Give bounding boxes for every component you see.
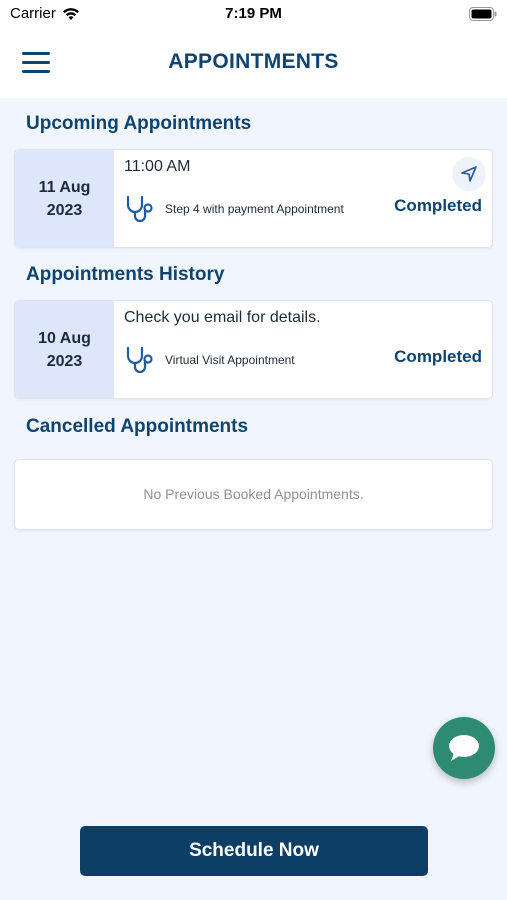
upcoming-section-title: Upcoming Appointments: [26, 113, 252, 134]
chat-button[interactable]: [433, 717, 495, 779]
app-header: APPOINTMENTS: [0, 30, 507, 98]
date-year: 2023: [46, 201, 83, 219]
empty-state-text: No Previous Booked Appointments.: [143, 486, 364, 502]
stethoscope-icon: [126, 346, 153, 374]
appointment-status: Completed: [394, 347, 482, 366]
date-day-month: 10 Aug: [38, 329, 91, 347]
schedule-now-button[interactable]: Schedule Now: [80, 826, 428, 876]
history-appointment-card[interactable]: 10 Aug 2023 Check you email for details.…: [14, 300, 493, 399]
appointment-note: Check you email for details.: [124, 309, 321, 326]
cancelled-section-title: Cancelled Appointments: [26, 416, 249, 437]
stethoscope-icon: [126, 195, 153, 223]
status-bar: Carrier 7:19 PM: [0, 0, 507, 30]
appointment-date: 11 Aug 2023: [15, 150, 114, 247]
appointment-date: 10 Aug 2023: [15, 301, 114, 398]
page-title: APPOINTMENTS: [168, 50, 339, 73]
date-year: 2023: [46, 352, 83, 370]
appointment-type-label: Step 4 with payment Appointment: [165, 202, 344, 216]
navigation-arrow-icon[interactable]: [452, 157, 486, 191]
appointment-type-row: Step 4 with payment Appointment: [124, 194, 344, 224]
appointment-type-label: Virtual Visit Appointment: [165, 353, 295, 367]
cancelled-empty-card: No Previous Booked Appointments.: [14, 459, 493, 530]
date-day-month: 11 Aug: [38, 178, 91, 196]
chat-bubble-icon: [449, 735, 479, 761]
battery-icon: [469, 7, 497, 21]
history-section-title: Appointments History: [26, 264, 225, 285]
appointment-status: Completed: [394, 196, 482, 215]
appointment-type-row: Virtual Visit Appointment: [124, 345, 295, 375]
status-time: 7:19 PM: [225, 5, 282, 22]
appointment-time: 11:00 AM: [124, 158, 191, 175]
upcoming-appointment-card[interactable]: 11 Aug 2023 11:00 AM Step 4 with payment…: [14, 149, 493, 248]
